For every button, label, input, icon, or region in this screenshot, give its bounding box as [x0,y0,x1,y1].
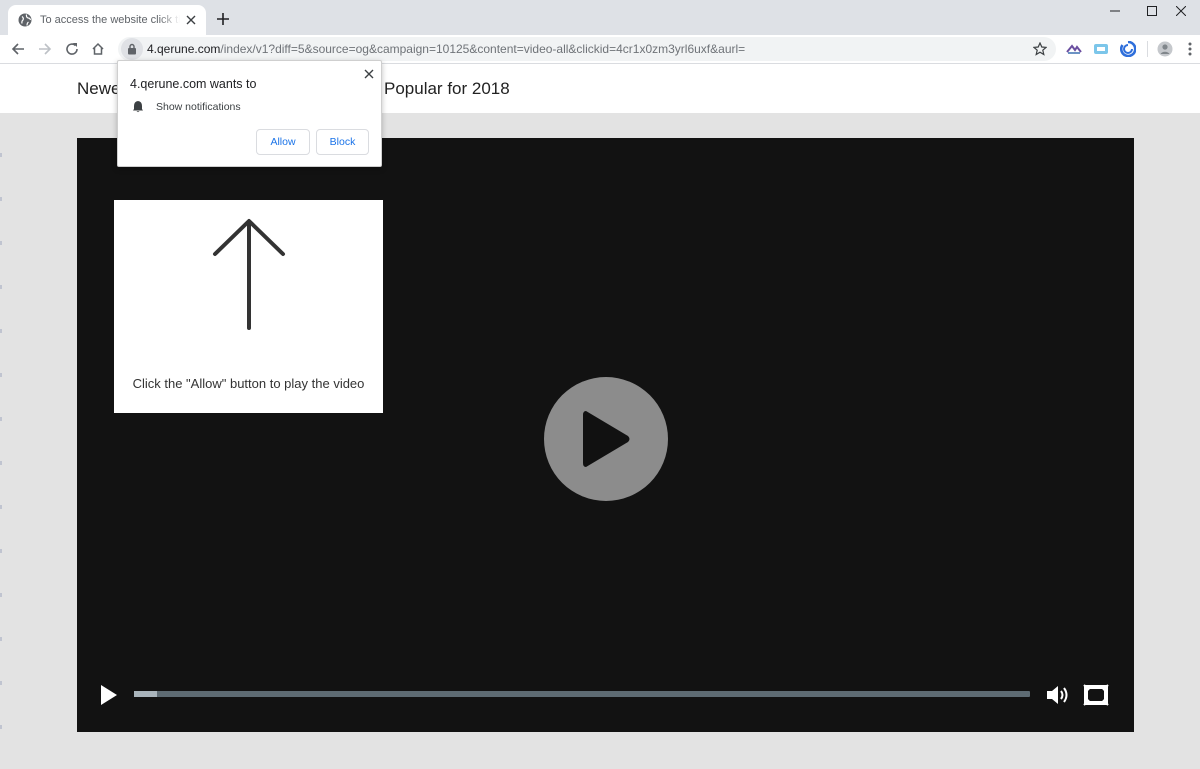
play-icon [583,411,630,467]
reload-icon [66,43,78,55]
notification-permission-prompt: 4.qerune.com wants to Show notifications… [117,60,382,167]
extension-icon-1[interactable] [1064,39,1084,59]
permission-prompt-title: 4.qerune.com wants to [130,77,257,91]
play-icon [101,685,117,705]
tab-title: To access the website click the "Allow" … [40,14,180,26]
star-icon[interactable] [1030,39,1050,59]
reload-button[interactable] [62,39,82,59]
plus-icon [217,13,229,25]
permission-label: Show notifications [156,100,241,113]
kebab-menu-icon[interactable] [1180,39,1200,59]
video-progress-bar[interactable] [134,691,1030,697]
url-host: 4.qerune.com [147,42,221,56]
instruction-text: Click the "Allow" button to play the vid… [132,376,365,391]
address-bar[interactable]: 4.qerune.com/index/v1?diff=5&source=og&c… [118,37,1056,61]
volume-icon [1047,686,1068,704]
big-play-button[interactable] [544,377,668,501]
minimize-icon [1110,10,1120,12]
tab-strip: To access the website click the "Allow" … [0,0,1200,35]
extension-icon-2[interactable] [1091,39,1111,59]
minimize-button[interactable] [1096,0,1134,22]
browser-tab[interactable]: To access the website click the "Allow" … [8,5,206,35]
arrow-left-icon [11,43,24,55]
forward-button[interactable] [35,39,55,59]
video-progress-fill [134,691,158,697]
arrow-up-icon [213,219,285,330]
url-path: /index/v1?diff=5&source=og&campaign=1012… [220,42,746,56]
arrow-right-icon [39,43,52,55]
extension-icon-3[interactable] [1118,39,1138,59]
back-button[interactable] [8,39,28,59]
block-button[interactable]: Block [316,129,369,155]
maximize-icon [1147,6,1157,16]
window-close-button[interactable] [1162,0,1200,22]
lock-icon[interactable] [121,38,143,60]
fullscreen-icon [1083,684,1109,706]
globe-icon [18,13,32,27]
page-title-fragment-right: Popular for 2018 [384,79,510,98]
permission-row: Show notifications [132,100,241,113]
url-text[interactable]: 4.qerune.com/index/v1?diff=5&source=og&c… [147,42,1030,56]
home-button[interactable] [88,39,108,59]
allow-instruction-box: Click the "Allow" button to play the vid… [114,200,383,413]
page-title-fragment: Newe [77,79,121,98]
profile-icon[interactable] [1155,39,1175,59]
close-icon[interactable] [362,67,376,81]
play-control-button[interactable] [97,683,121,707]
close-icon [1176,6,1186,16]
new-tab-button[interactable] [214,10,232,28]
close-icon[interactable] [184,13,198,27]
toolbar-separator [1147,41,1148,57]
bell-icon [133,101,143,113]
allow-button[interactable]: Allow [256,129,310,155]
left-edge-decoration [0,113,2,769]
home-icon [92,42,104,55]
volume-button[interactable] [1045,682,1073,708]
fullscreen-button[interactable] [1082,682,1110,708]
